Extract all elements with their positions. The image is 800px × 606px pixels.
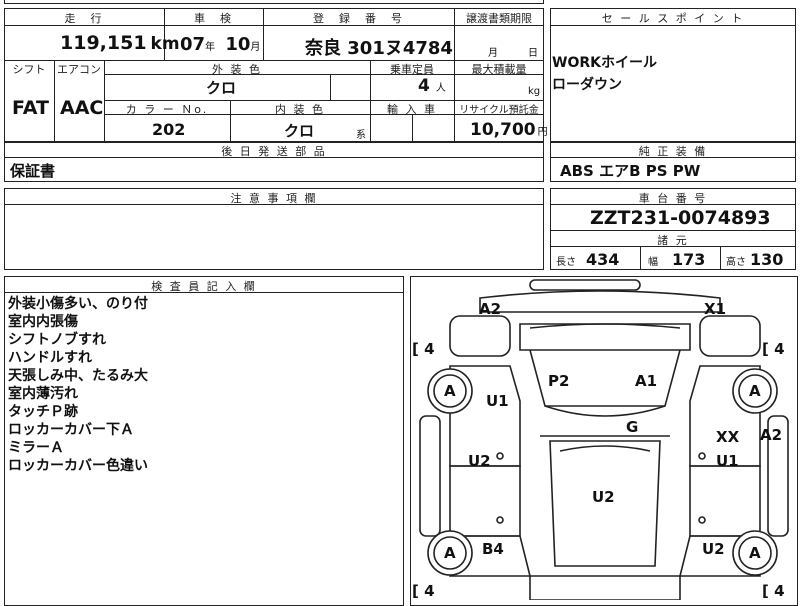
- ac-value: AAC: [60, 97, 104, 119]
- sales-point-line-2: ローダウン: [552, 77, 622, 93]
- interior-suffix: 系: [356, 130, 366, 141]
- standard-equipment-value: ABS エアB PS PW: [560, 162, 701, 180]
- mileage-unit: km: [150, 34, 180, 54]
- exterior-color-header: 外 装 色: [212, 63, 262, 76]
- mark-right-rear: U2: [702, 540, 725, 558]
- note-item: 室内内張傷: [8, 314, 78, 330]
- mark-windshield: G: [626, 418, 639, 436]
- mark-left-door: U2: [468, 452, 491, 470]
- mark-front-right: X1: [704, 300, 727, 318]
- later-parts-value: 保証書: [10, 162, 56, 180]
- exterior-color-value: クロ: [206, 79, 237, 97]
- mark-hood-left: P2: [548, 372, 570, 390]
- sales-point-header: セ ー ル ス ポ イ ン ト: [601, 12, 745, 25]
- mark-left-rear: B4: [482, 540, 504, 558]
- tire-label-front-left: A: [444, 382, 456, 400]
- note-item: ロッカーカバー下Ａ: [8, 422, 134, 438]
- chassis-value: ZZT231-0074893: [590, 207, 771, 229]
- note-item: 外装小傷多い、のり付: [8, 296, 148, 312]
- import-header: 輸 入 車: [387, 103, 437, 116]
- load-unit: kg: [528, 86, 541, 97]
- spec-height: 高さ 130: [726, 250, 784, 269]
- mark-hood-right: A1: [635, 372, 658, 390]
- shift-header: シフト: [12, 63, 46, 76]
- top-partial-row: [4, 0, 544, 4]
- note-item: シフトノブすれ: [8, 332, 106, 348]
- registration-value: 奈良 301ヌ4784: [305, 38, 453, 59]
- mark-left-fender: U1: [486, 392, 509, 410]
- color-no-value: 202: [152, 120, 186, 139]
- spec-length: 長さ 434: [556, 250, 620, 269]
- standard-equipment-header: 純 正 装 備: [638, 145, 708, 158]
- color-no-header: カ ラ ー Ｎo.: [125, 103, 209, 116]
- mark-front-left: A2: [479, 300, 502, 318]
- specs-header: 諸 元: [657, 234, 689, 247]
- caution-header: 注 意 事 項 欄: [230, 192, 318, 205]
- tire-depth-rear-left: [ 4: [412, 582, 435, 600]
- note-item: 天張しみ中、たるみ大: [8, 368, 148, 384]
- note-item: 室内薄汚れ: [8, 386, 78, 402]
- max-load-header: 最大積載量: [471, 63, 527, 76]
- tire-depth-front-right: [ 4: [762, 340, 785, 358]
- mark-roof: U2: [592, 488, 615, 506]
- note-item: ミラーＡ: [8, 440, 64, 456]
- note-item: ロッカーカバー色違い: [8, 458, 148, 474]
- ac-header: エアコン: [57, 63, 101, 76]
- inspector-header: 検 査 員 記 入 欄: [151, 280, 257, 293]
- mark-right-door: U1: [716, 452, 739, 470]
- later-parts-header: 後 日 発 送 部 品: [221, 145, 327, 158]
- inspection-header: 車 検: [194, 12, 233, 25]
- interior-color-value: クロ: [284, 122, 315, 140]
- recycle-header: リサイクル預託金: [459, 105, 539, 116]
- mark-right-side: A2: [760, 426, 783, 444]
- spec-width: 幅 173: [648, 250, 706, 269]
- transfer-doc-header: 譲渡書類期限: [466, 12, 532, 25]
- capacity-header: 乗車定員: [390, 63, 434, 76]
- inspection-value: 07年 10月: [180, 34, 261, 55]
- mark-right-fender: XX: [716, 428, 740, 446]
- transfer-month-unit: 月: [488, 48, 498, 59]
- tire-label-front-right: A: [749, 382, 761, 400]
- transfer-day-unit: 日: [528, 48, 538, 59]
- chassis-header: 車 台 番 号: [638, 192, 708, 205]
- note-item: ハンドルすれ: [8, 350, 92, 366]
- sales-point-line-1: WORKホイール: [552, 55, 657, 71]
- note-item: タッチＰ跡: [8, 404, 78, 420]
- shift-value: FAT: [12, 97, 49, 119]
- registration-header: 登 録 番 号: [313, 12, 404, 25]
- interior-color-header: 内 装 色: [275, 103, 325, 116]
- inspector-notes-list: 外装小傷多い、のり付 室内内張傷 シフトノブすれ ハンドルすれ 天張しみ中、たる…: [8, 295, 148, 475]
- tire-label-rear-left: A: [444, 544, 456, 562]
- tire-label-rear-right: A: [749, 544, 761, 562]
- capacity-value: 4人: [418, 76, 446, 96]
- tire-depth-front-left: [ 4: [412, 340, 435, 358]
- mileage-header: 走 行: [64, 12, 104, 25]
- mileage-value: 119,151 km: [60, 32, 180, 54]
- car-diagram-outline: [419, 279, 789, 600]
- tire-depth-rear-right: [ 4: [762, 582, 785, 600]
- recycle-value: 10,700 円: [470, 120, 548, 140]
